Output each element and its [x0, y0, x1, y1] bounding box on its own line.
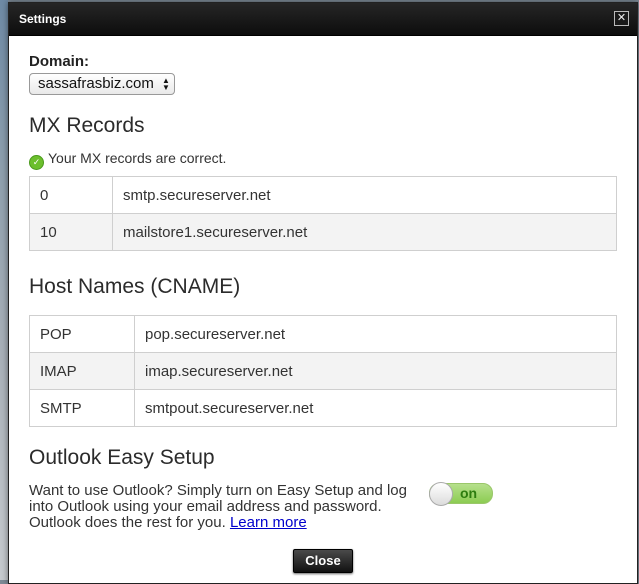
table-row: IMAP imap.secureserver.net	[29, 352, 617, 390]
background-page	[0, 0, 8, 580]
cname-host-cell: imap.secureserver.net	[134, 352, 617, 390]
learn-more-link[interactable]: Learn more	[230, 514, 307, 531]
cname-name-cell: IMAP	[29, 352, 135, 390]
table-row: 10 mailstore1.secureserver.net	[29, 213, 617, 251]
close-icon[interactable]: ✕	[614, 11, 629, 26]
domain-select-value: sassafrasbiz.com	[38, 75, 154, 92]
cname-host-cell: pop.secureserver.net	[134, 315, 617, 353]
outlook-section: Want to use Outlook? Simply turn on Easy…	[29, 482, 617, 543]
easy-setup-toggle[interactable]: on	[429, 482, 493, 506]
table-row: 0 smtp.secureserver.net	[29, 176, 617, 214]
table-row: SMTP smtpout.secureserver.net	[29, 389, 617, 427]
cname-name-cell: SMTP	[29, 389, 135, 427]
mx-priority-cell: 0	[29, 176, 113, 214]
mx-priority-cell: 10	[29, 213, 113, 251]
check-circle-icon: ✓	[29, 155, 44, 170]
mx-host-cell: mailstore1.secureserver.net	[112, 213, 617, 251]
cname-name-cell: POP	[29, 315, 135, 353]
outlook-description-text: Want to use Outlook? Simply turn on Easy…	[29, 482, 407, 531]
outlook-description: Want to use Outlook? Simply turn on Easy…	[29, 483, 414, 531]
up-down-arrows-icon: ▲ ▼	[162, 76, 170, 93]
mx-status: ✓ Your MX records are correct.	[29, 149, 617, 170]
mx-records-table: 0 smtp.secureserver.net 10 mailstore1.se…	[29, 176, 617, 251]
toggle-knob[interactable]	[429, 482, 453, 506]
toggle-state-label: on	[460, 485, 478, 501]
cname-table: POP pop.secureserver.net IMAP imap.secur…	[29, 315, 617, 427]
domain-label: Domain:	[29, 53, 89, 70]
close-button[interactable]: Close	[293, 549, 353, 573]
table-row: POP pop.secureserver.net	[29, 315, 617, 353]
dialog-titlebar: Settings ✕	[9, 3, 637, 36]
mx-records-heading: MX Records	[29, 114, 145, 137]
settings-dialog: Settings ✕ Domain: sassafrasbiz.com ▲ ▼ M…	[8, 2, 638, 584]
mx-host-cell: smtp.secureserver.net	[112, 176, 617, 214]
cname-host-cell: smtpout.secureserver.net	[134, 389, 617, 427]
dialog-content: Domain: sassafrasbiz.com ▲ ▼ MX Records ✓…	[29, 53, 617, 543]
mx-status-text: Your MX records are correct.	[48, 150, 227, 166]
domain-select[interactable]: sassafrasbiz.com ▲ ▼	[29, 73, 175, 95]
cname-heading: Host Names (CNAME)	[29, 275, 241, 298]
dialog-title: Settings	[19, 12, 67, 26]
outlook-heading: Outlook Easy Setup	[29, 446, 215, 469]
